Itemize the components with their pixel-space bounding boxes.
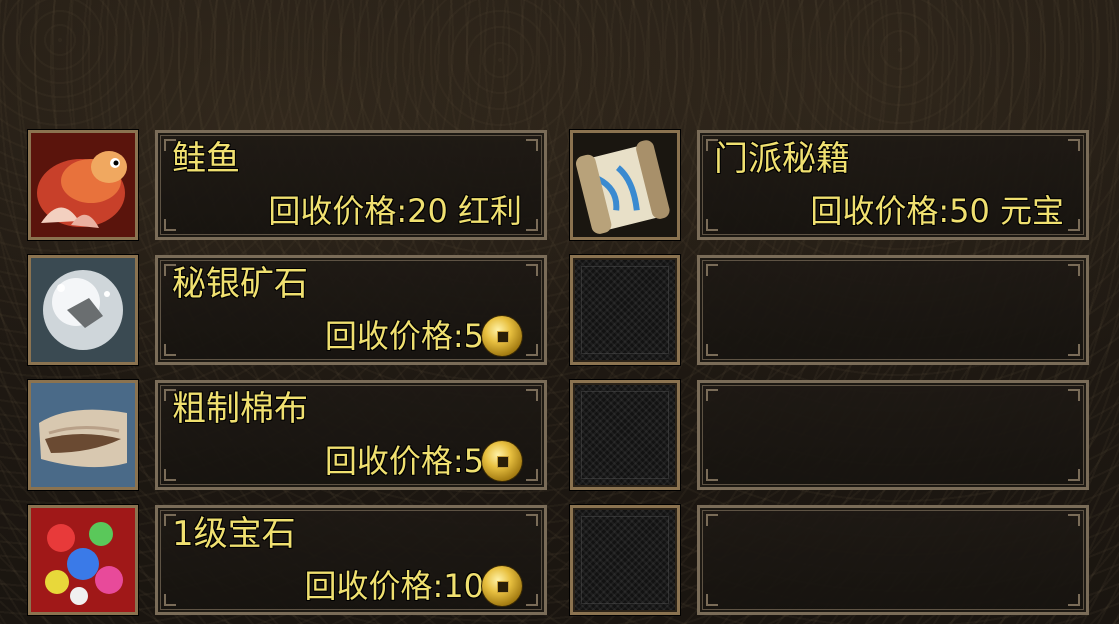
price-text: 回收价格:50 元宝: [810, 192, 1064, 230]
slot-icon-empty[interactable]: [570, 255, 680, 365]
slot-info-silver-ore[interactable]: 秘银矿石 回收价格:5: [155, 255, 547, 365]
price-text: 回收价格:20 红利: [268, 192, 522, 230]
slot-icon-salmon[interactable]: [28, 130, 138, 240]
salmon-icon: [31, 133, 135, 237]
slot-info-scroll[interactable]: 门派秘籍 回收价格:50 元宝: [697, 130, 1089, 240]
slot-icon-gems[interactable]: [28, 505, 138, 615]
slot-info-empty[interactable]: [697, 505, 1089, 615]
slot-info-empty[interactable]: [697, 380, 1089, 490]
cotton-cloth-icon: [31, 383, 135, 487]
slot-icon-empty[interactable]: [570, 380, 680, 490]
item-name: 门派秘籍: [714, 139, 850, 179]
slot-icon-empty[interactable]: [570, 505, 680, 615]
gold-coin-icon: [482, 316, 522, 356]
scroll-icon: [573, 133, 677, 237]
item-price: 回收价格:5: [325, 314, 522, 358]
slot-info-salmon[interactable]: 鲑鱼 回收价格:20 红利: [155, 130, 547, 240]
item-price: 回收价格:20 红利: [268, 189, 522, 233]
item-price: 回收价格:5: [325, 439, 522, 483]
gems-icon: [31, 508, 135, 612]
price-text: 回收价格:5: [324, 317, 484, 355]
slot-icon-silver-ore[interactable]: [28, 255, 138, 365]
panel-title-faint: [440, 4, 680, 24]
slot-icon-scroll[interactable]: [570, 130, 680, 240]
slot-icon-cotton-cloth[interactable]: [28, 380, 138, 490]
gold-coin-icon: [482, 566, 522, 606]
item-name: 粗制棉布: [172, 389, 308, 429]
gold-coin-icon: [482, 441, 522, 481]
recycle-panel: 鲑鱼 回收价格:20 红利 门派秘籍 回收价格:50 元宝 秘银矿石 回收价格:…: [0, 0, 1119, 624]
slot-info-gems[interactable]: 1级宝石 回收价格:10: [155, 505, 547, 615]
item-name: 1级宝石: [172, 514, 296, 554]
item-name: 秘银矿石: [172, 264, 308, 304]
price-text: 回收价格:5: [324, 442, 484, 480]
slot-info-cotton-cloth[interactable]: 粗制棉布 回收价格:5: [155, 380, 547, 490]
item-price: 回收价格:10: [304, 564, 522, 608]
slot-info-empty[interactable]: [697, 255, 1089, 365]
item-name: 鲑鱼: [172, 139, 240, 179]
item-price: 回收价格:50 元宝: [810, 189, 1064, 233]
silver-ore-icon: [31, 258, 135, 362]
price-text: 回收价格:10: [304, 567, 484, 605]
